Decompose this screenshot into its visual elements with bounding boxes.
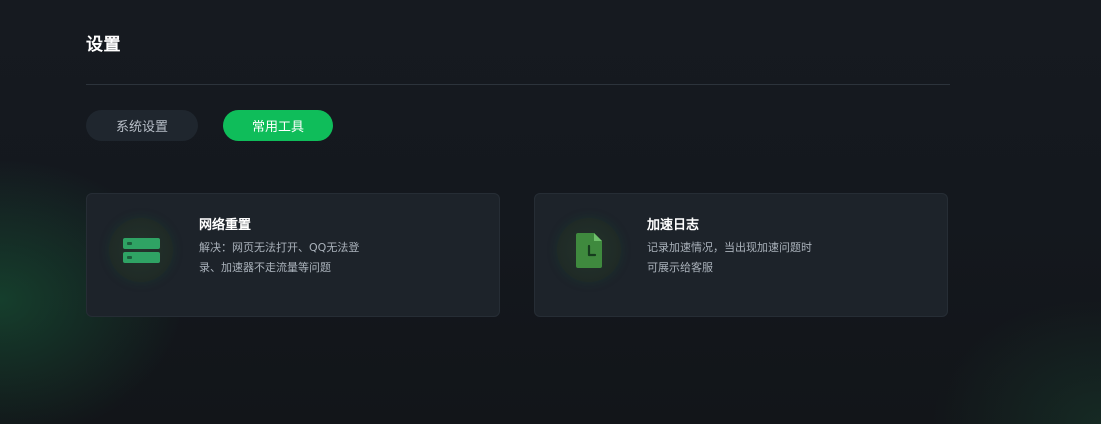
tab-system-settings[interactable]: 系统设置 bbox=[86, 110, 198, 141]
tab-common-tools[interactable]: 常用工具 bbox=[223, 110, 333, 141]
network-reset-icon-badge bbox=[109, 218, 173, 282]
network-reset-title: 网络重置 bbox=[199, 218, 252, 233]
network-reset-card[interactable]: 网络重置 解决：网页无法打开、QQ无法登 录、加速器不走流量等问题 bbox=[86, 193, 500, 317]
title-divider bbox=[86, 84, 950, 85]
acceleration-log-desc-line-1: 记录加速情况，当出现加速问题时 bbox=[647, 241, 812, 254]
page-title: 设置 bbox=[86, 35, 121, 55]
acceleration-log-desc-line-2: 可展示给客服 bbox=[647, 261, 713, 274]
acceleration-log-card[interactable]: 加速日志 记录加速情况，当出现加速问题时 可展示给客服 bbox=[534, 193, 948, 317]
acceleration-log-description: 记录加速情况，当出现加速问题时 可展示给客服 bbox=[647, 238, 847, 278]
server-icon bbox=[123, 238, 160, 263]
acceleration-log-title: 加速日志 bbox=[647, 218, 700, 233]
tab-system-settings-label: 系统设置 bbox=[115, 120, 168, 135]
network-reset-desc-line-1: 解决：网页无法打开、QQ无法登 bbox=[199, 241, 360, 254]
tab-common-tools-label: 常用工具 bbox=[251, 120, 304, 135]
acceleration-log-icon-badge bbox=[557, 218, 621, 282]
log-file-icon bbox=[576, 233, 602, 268]
network-reset-description: 解决：网页无法打开、QQ无法登 录、加速器不走流量等问题 bbox=[199, 238, 399, 278]
network-reset-desc-line-2: 录、加速器不走流量等问题 bbox=[199, 261, 331, 274]
